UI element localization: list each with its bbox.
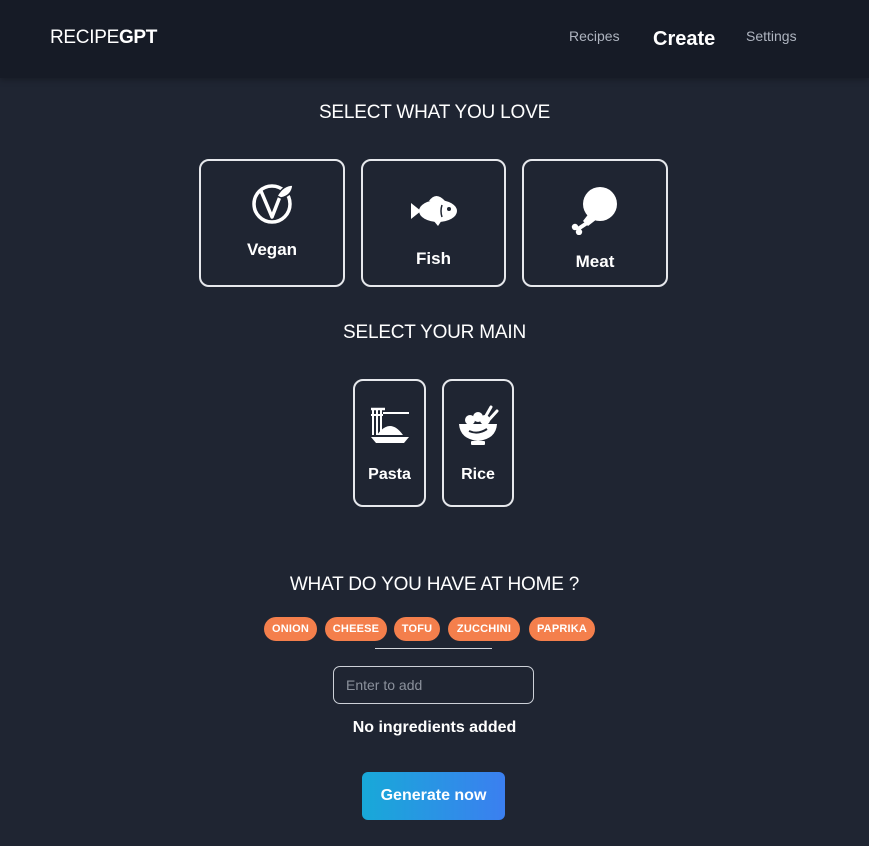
vegan-icon	[250, 181, 294, 230]
fish-icon	[409, 191, 459, 234]
preference-card-vegan[interactable]: Vegan	[199, 159, 345, 287]
preference-label: Meat	[575, 252, 615, 271]
preference-card-fish[interactable]: Fish	[361, 159, 506, 287]
nav-settings-link[interactable]: Settings	[746, 28, 797, 44]
logo-text-bold: GPT	[118, 27, 158, 48]
main-label: Pasta	[368, 466, 411, 483]
preference-label: Fish	[416, 249, 451, 268]
ingredient-chip-tofu[interactable]: TOFU	[394, 617, 440, 641]
preference-card-meat[interactable]: Meat	[522, 159, 668, 287]
chips-divider	[375, 648, 492, 649]
mains-title: SELECT YOUR MAIN	[343, 322, 526, 343]
ingredient-input[interactable]	[333, 666, 534, 704]
top-navbar: RECIPEGPT Recipes Create Settings	[0, 0, 869, 78]
drumstick-icon	[569, 185, 621, 240]
pasta-icon	[369, 405, 411, 450]
ingredient-chip-zucchini[interactable]: ZUCCHINI	[448, 617, 520, 641]
nav-recipes-link[interactable]: Recipes	[569, 28, 620, 44]
main-label: Rice	[461, 466, 495, 483]
nav-create-link[interactable]: Create	[653, 28, 715, 51]
logo-text-light: RECIPE	[50, 27, 119, 48]
preference-label: Vegan	[246, 240, 298, 259]
ingredients-title: WHAT DO YOU HAVE AT HOME ?	[289, 574, 580, 595]
main-card-pasta[interactable]: Pasta	[353, 379, 426, 507]
app-logo[interactable]: RECIPEGPT	[50, 27, 157, 49]
ingredient-chip-onion[interactable]: ONION	[264, 617, 317, 641]
generate-button[interactable]: Generate now	[362, 772, 505, 820]
rice-bowl-icon	[457, 405, 499, 452]
ingredient-chip-paprika[interactable]: PAPRIKA	[529, 617, 595, 641]
ingredient-chip-cheese[interactable]: CHEESE	[325, 617, 387, 641]
main-card-rice[interactable]: Rice	[442, 379, 514, 507]
no-ingredients-message: No ingredients added	[352, 719, 517, 736]
preferences-title: SELECT WHAT YOU LOVE	[318, 102, 551, 123]
